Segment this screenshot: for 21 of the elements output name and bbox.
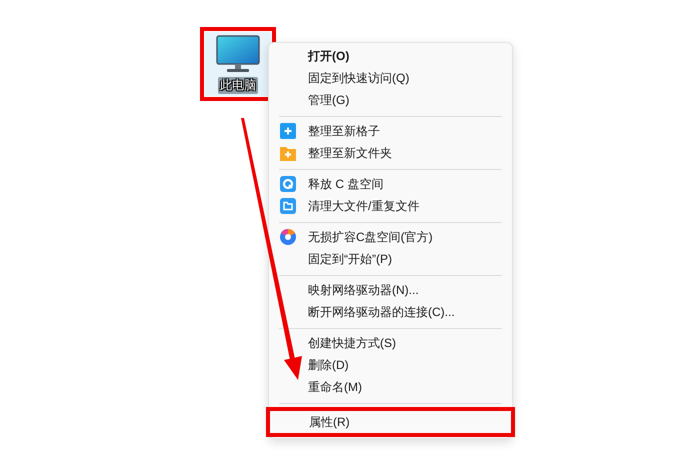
cleanup-icon [280, 176, 296, 192]
menu-item[interactable]: 打开(O) [269, 45, 512, 67]
menu-item[interactable]: 重命名(M) [269, 376, 512, 398]
plus-tile-icon [280, 123, 296, 139]
menu-item[interactable]: 属性(R) [270, 411, 511, 433]
menu-item[interactable]: 整理至新文件夹 [269, 142, 512, 164]
menu-item[interactable]: 释放 C 盘空间 [269, 173, 512, 195]
menu-item[interactable]: 删除(D) [269, 354, 512, 376]
menu-item[interactable]: 固定到“开始”(P) [269, 248, 512, 270]
folder-tile-icon [280, 198, 296, 214]
menu-item[interactable]: 管理(G) [269, 89, 512, 111]
monitor-icon [216, 35, 260, 75]
menu-item[interactable]: 映射网络驱动器(N)... [269, 279, 512, 301]
folder-plus-icon [280, 145, 296, 161]
menu-item[interactable]: 清理大文件/重复文件 [269, 195, 512, 217]
menu-item[interactable]: 无损扩容C盘空间(官方) [269, 226, 512, 248]
disk-chart-icon [280, 229, 296, 245]
menu-item[interactable]: 创建快捷方式(S) [269, 332, 512, 354]
menu-item[interactable]: 整理至新格子 [269, 120, 512, 142]
menu-item[interactable]: 断开网络驱动器的连接(C)... [269, 301, 512, 323]
menu-item[interactable]: 固定到快速访问(Q) [269, 67, 512, 89]
